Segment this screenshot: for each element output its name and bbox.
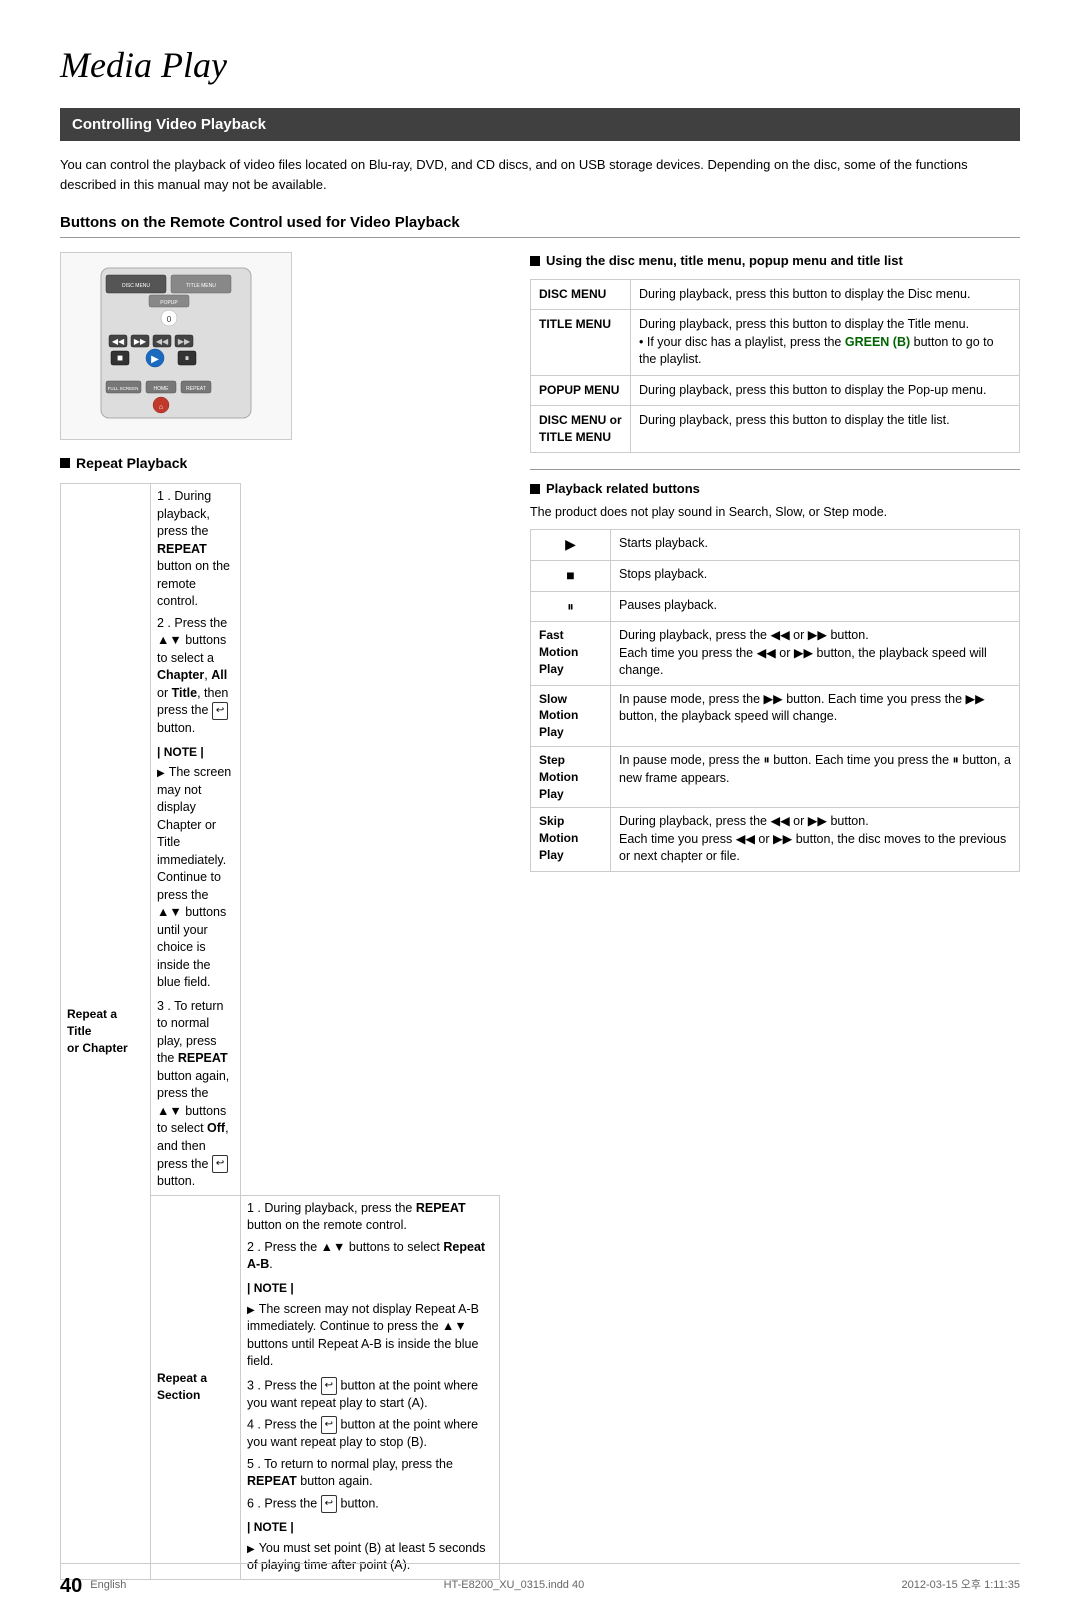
repeat-title-note: The screen may not display Chapter or Ti… <box>157 765 231 989</box>
svg-text:⌂: ⌂ <box>159 404 163 411</box>
table-row: Slow MotionPlay In pause mode, press the… <box>531 685 1020 746</box>
left-column: DISC MENU TITLE MENU POPUP 0 ◀◀ ▶▶ ◀◀ ▶▶ <box>60 252 500 1579</box>
pause-desc: Pauses playback. <box>611 591 1020 622</box>
section-header: Controlling Video Playback <box>60 108 1020 141</box>
table-row: Skip MotionPlay During playback, press t… <box>531 808 1020 872</box>
buttons-heading: Buttons on the Remote Control used for V… <box>60 212 1020 238</box>
footer-file: HT-E8200_XU_0315.indd 40 <box>444 1578 585 1593</box>
svg-text:POPUP: POPUP <box>160 300 178 306</box>
page-number: 40 <box>60 1572 82 1600</box>
svg-text:0: 0 <box>167 315 172 324</box>
play-icon: ▶ <box>531 530 611 561</box>
bullet-icon-2 <box>530 256 540 266</box>
main-content: DISC MENU TITLE MENU POPUP 0 ◀◀ ▶▶ ◀◀ ▶▶ <box>60 252 1020 1579</box>
using-menu-label: Using the disc menu, title menu, popup m… <box>546 252 903 270</box>
intro-text: You can control the playback of video fi… <box>60 155 1020 194</box>
page-title: Media Play <box>60 40 1020 90</box>
page-number-box: 40 English <box>60 1572 126 1600</box>
repeat-playback-heading: Repeat Playback <box>60 454 500 474</box>
table-row: ⏸ Pauses playback. <box>531 591 1020 622</box>
popup-menu-desc: During playback, press this button to di… <box>631 375 1020 406</box>
svg-text:⏸: ⏸ <box>185 353 190 363</box>
table-row: POPUP MENU During playback, press this b… <box>531 375 1020 406</box>
stop-icon: ■ <box>531 560 611 591</box>
step-motion-label: Step MotionPlay <box>531 747 611 808</box>
fast-motion-label: Fast MotionPlay <box>531 622 611 686</box>
playback-note: The product does not play sound in Searc… <box>530 504 1020 522</box>
repeat-title-label: Repeat a Titleor Chapter <box>61 484 151 1579</box>
svg-text:REPEAT: REPEAT <box>186 386 206 392</box>
repeat-playback-label: Repeat Playback <box>76 454 187 474</box>
popup-menu-label: POPUP MENU <box>531 375 631 406</box>
menu-table: DISC MENU During playback, press this bu… <box>530 279 1020 453</box>
table-row: Fast MotionPlay During playback, press t… <box>531 622 1020 686</box>
play-desc: Starts playback. <box>611 530 1020 561</box>
footer-lang: English <box>90 1578 126 1593</box>
title-menu-desc: During playback, press this button to di… <box>631 310 1020 376</box>
repeat-section-note: The screen may not display Repeat A-B im… <box>247 1302 479 1369</box>
disc-menu-desc: During playback, press this button to di… <box>631 279 1020 310</box>
remote-control-image: DISC MENU TITLE MENU POPUP 0 ◀◀ ▶▶ ◀◀ ▶▶ <box>60 252 292 439</box>
stop-desc: Stops playback. <box>611 560 1020 591</box>
table-row: DISC MENU During playback, press this bu… <box>531 279 1020 310</box>
svg-text:◀◀: ◀◀ <box>156 337 169 346</box>
svg-text:▶▶: ▶▶ <box>134 337 147 346</box>
page-footer: 40 English HT-E8200_XU_0315.indd 40 2012… <box>60 1563 1020 1600</box>
bullet-icon-3 <box>530 484 540 494</box>
skip-motion-label: Skip MotionPlay <box>531 808 611 872</box>
repeat-title-steps-cell: 1 . During playback, press the REPEAT bu… <box>151 484 241 1196</box>
fast-motion-desc: During playback, press the ◀◀ or ▶▶ butt… <box>611 622 1020 686</box>
table-row: ■ Stops playback. <box>531 560 1020 591</box>
repeat-section-label: Repeat aSection <box>151 1195 241 1579</box>
table-row: Step MotionPlay In pause mode, press the… <box>531 747 1020 808</box>
svg-text:DISC MENU: DISC MENU <box>122 283 150 289</box>
playback-related-label: Playback related buttons <box>546 480 700 498</box>
svg-text:TITLE MENU: TITLE MENU <box>186 283 216 289</box>
slow-motion-desc: In pause mode, press the ▶▶ button. Each… <box>611 685 1020 746</box>
table-row: ▶ Starts playback. <box>531 530 1020 561</box>
repeat-section-steps-cell: 1 . During playback, press the REPEAT bu… <box>241 1195 500 1579</box>
svg-text:◀◀: ◀◀ <box>112 337 125 346</box>
right-column: Using the disc menu, title menu, popup m… <box>530 252 1020 872</box>
bullet-icon <box>60 458 70 468</box>
table-row: Repeat a Titleor Chapter 1 . During play… <box>61 484 500 1196</box>
skip-motion-desc: During playback, press the ◀◀ or ▶▶ butt… <box>611 808 1020 872</box>
playback-related-heading: Playback related buttons <box>530 480 1020 498</box>
svg-text:FULL SCREEN: FULL SCREEN <box>108 386 139 391</box>
table-row: TITLE MENU During playback, press this b… <box>531 310 1020 376</box>
table-row: DISC MENU orTITLE MENU During playback, … <box>531 406 1020 453</box>
title-menu-label: TITLE MENU <box>531 310 631 376</box>
pause-icon: ⏸ <box>531 591 611 622</box>
disc-menu-label: DISC MENU <box>531 279 631 310</box>
step-motion-desc: In pause mode, press the ⏸ button. Each … <box>611 747 1020 808</box>
svg-text:▶▶: ▶▶ <box>178 337 191 346</box>
svg-text:HOME: HOME <box>154 386 170 392</box>
footer-date: 2012-03-15 오후 1:11:35 <box>901 1578 1020 1593</box>
using-menu-heading: Using the disc menu, title menu, popup m… <box>530 252 1020 270</box>
repeat-table: Repeat a Titleor Chapter 1 . During play… <box>60 483 500 1579</box>
playback-table: ▶ Starts playback. ■ Stops playback. ⏸ P… <box>530 529 1020 872</box>
disc-title-menu-label: DISC MENU orTITLE MENU <box>531 406 631 453</box>
svg-text:▶: ▶ <box>151 354 159 365</box>
svg-text:■: ■ <box>117 353 123 364</box>
disc-title-menu-desc: During playback, press this button to di… <box>631 406 1020 453</box>
slow-motion-label: Slow MotionPlay <box>531 685 611 746</box>
